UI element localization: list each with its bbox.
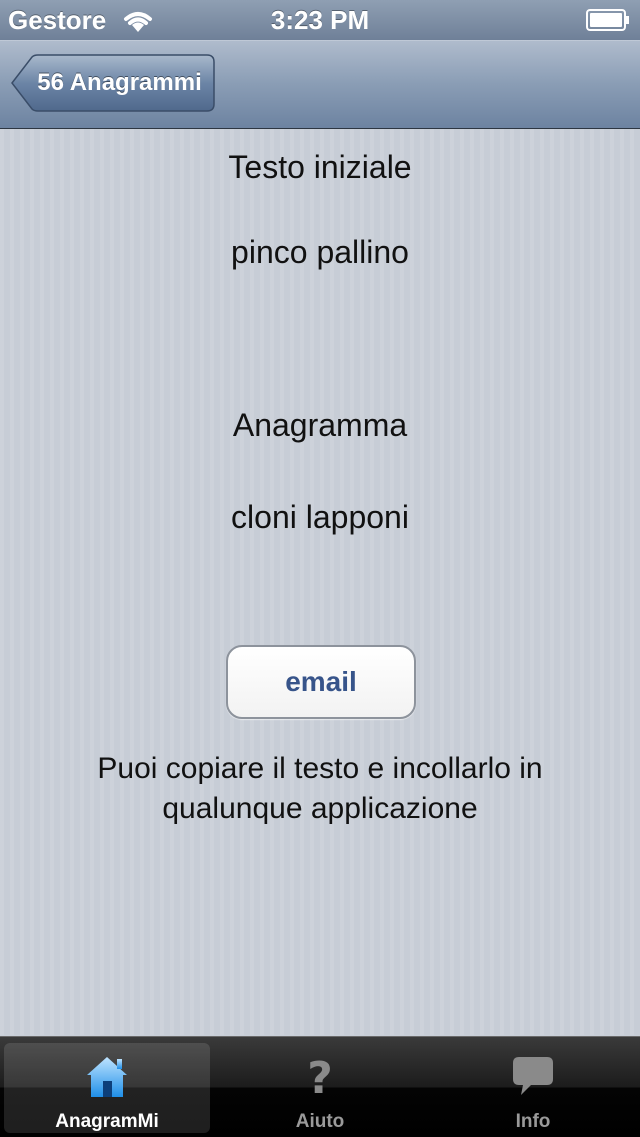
tab-label: Aiuto [295,1111,345,1132]
tab-label: AnagramMi [55,1111,159,1132]
tab-label: Info [515,1111,551,1132]
tab-info[interactable]: Info [430,1043,636,1133]
navigation-bar: 56 Anagrammi [0,40,640,129]
initial-text-value[interactable]: pinco pallino [0,234,640,271]
tab-aiuto[interactable]: ? Aiuto [217,1043,423,1133]
home-icon [87,1057,127,1097]
battery-icon [586,9,629,31]
anagram-value[interactable]: cloni lapponi [0,499,640,536]
svg-text:?: ? [307,1053,333,1101]
back-button-label: 56 Anagrammi [37,69,202,96]
tab-anagrammi[interactable]: AnagramMi [4,1043,210,1133]
initial-text-label: Testo iniziale [228,149,412,185]
tab-bar: AnagramMi ? Aiuto Info [0,1036,640,1137]
question-icon: ? [307,1053,333,1101]
back-button[interactable]: 56 Anagrammi [10,54,215,112]
status-bar: Gestore 3:23 PM [0,0,640,40]
anagram-label: Anagramma [232,407,408,443]
copy-hint-text: Puoi copiare il testo e incollarlo in qu… [97,752,543,825]
speech-bubble-icon [513,1057,553,1095]
status-time: 3:23 PM [270,5,370,35]
email-button[interactable]: email [226,645,416,719]
content-area: Testo iniziale pinco pallino Anagramma c… [0,129,640,1035]
